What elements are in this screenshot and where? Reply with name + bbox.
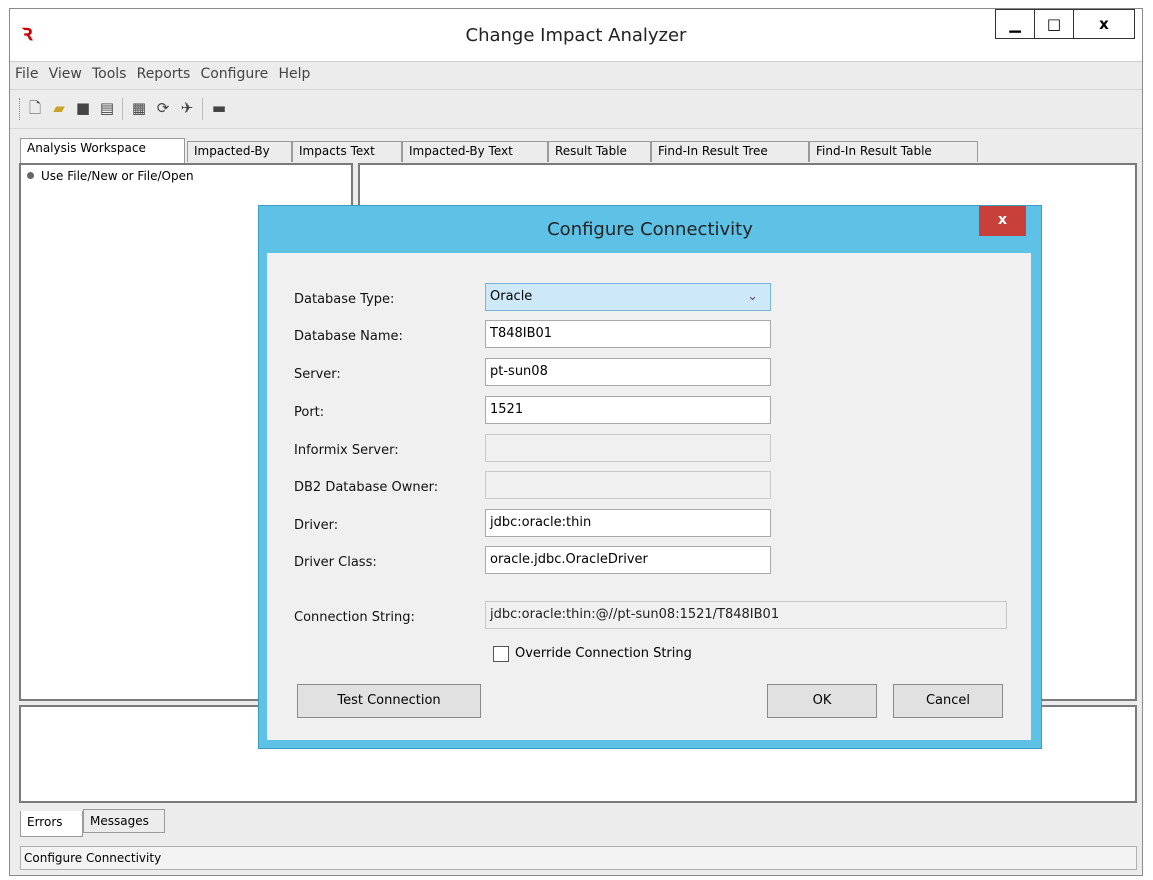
- db2-owner-field: [485, 471, 771, 499]
- connection-string-field: jdbc:oracle:thin:@//pt-sun08:1521/T848IB…: [485, 601, 1007, 629]
- tab-impacts-text[interactable]: Impacts Text: [292, 141, 402, 162]
- driver-class-field[interactable]: oracle.jdbc.OracleDriver: [485, 546, 771, 574]
- menu-help[interactable]: Help: [275, 62, 313, 82]
- bullet-icon: [27, 172, 34, 179]
- maximize-icon[interactable]: □: [1034, 9, 1074, 39]
- menu-configure[interactable]: Configure: [197, 62, 271, 82]
- driver-field[interactable]: jdbc:oracle:thin: [485, 509, 771, 537]
- informix-server-field: [485, 434, 771, 462]
- dialog-body: Database Type: Oracle ⌄ Database Name: T…: [267, 253, 1031, 740]
- toolbar: 🗋 ▰ ■ ▤ ▦ ⟳ ✈ ▬: [10, 89, 1142, 129]
- connection-string-label: Connection String:: [294, 610, 415, 625]
- tree-item-label: Use File/New or File/Open: [41, 169, 194, 183]
- driver-class-label: Driver Class:: [294, 555, 377, 570]
- save-icon[interactable]: ■: [74, 99, 92, 117]
- satellite-icon[interactable]: ✈: [178, 99, 196, 117]
- tab-analysis-workspace[interactable]: Analysis Workspace: [20, 138, 185, 163]
- toolbar-grip[interactable]: [19, 98, 22, 120]
- database-name-label: Database Name:: [294, 329, 403, 344]
- refresh-icon[interactable]: ⟳: [154, 99, 172, 117]
- menu-view[interactable]: View: [46, 62, 85, 82]
- server-label: Server:: [294, 367, 341, 382]
- tab-result-table[interactable]: Result Table: [548, 141, 651, 162]
- minimize-icon[interactable]: ▁: [995, 9, 1035, 39]
- title-bar: ꝛ Change Impact Analyzer ▁ □ x: [10, 9, 1142, 62]
- database-type-label: Database Type:: [294, 292, 395, 307]
- menu-file[interactable]: File: [12, 62, 41, 82]
- driver-label: Driver:: [294, 518, 339, 533]
- menu-reports[interactable]: Reports: [134, 62, 194, 82]
- tab-impacted-by[interactable]: Impacted-By: [187, 141, 292, 162]
- open-icon[interactable]: ▰: [50, 99, 68, 117]
- override-connection-label[interactable]: Override Connection String: [515, 646, 692, 661]
- cancel-button[interactable]: Cancel: [893, 684, 1003, 718]
- new-icon[interactable]: 🗋: [26, 99, 44, 117]
- override-connection-checkbox[interactable]: [493, 646, 509, 662]
- tab-errors[interactable]: Errors: [20, 811, 83, 837]
- informix-server-label: Informix Server:: [294, 443, 399, 458]
- tab-messages[interactable]: Messages: [83, 809, 165, 833]
- ok-button[interactable]: OK: [767, 684, 877, 718]
- test-connection-button[interactable]: Test Connection: [297, 684, 481, 718]
- menu-tools[interactable]: Tools: [89, 62, 130, 82]
- window-title: Change Impact Analyzer: [465, 25, 687, 46]
- chevron-down-icon: ⌄: [747, 289, 758, 304]
- database-name-field[interactable]: T848IB01: [485, 320, 771, 348]
- dialog-title: Configure Connectivity: [547, 219, 753, 240]
- toolbar-separator: [202, 98, 203, 120]
- tab-find-in-result-table[interactable]: Find-In Result Table: [809, 141, 978, 162]
- save-all-icon[interactable]: ▤: [98, 99, 116, 117]
- server-field[interactable]: pt-sun08: [485, 358, 771, 386]
- database-type-select[interactable]: Oracle ⌄: [485, 283, 771, 311]
- configure-connectivity-dialog: Configure Connectivity x Database Type: …: [258, 205, 1042, 749]
- tab-find-in-result-tree[interactable]: Find-In Result Tree: [651, 141, 809, 162]
- report-icon[interactable]: ▬: [210, 99, 228, 117]
- tab-impacted-by-text[interactable]: Impacted-By Text: [402, 141, 548, 162]
- port-label: Port:: [294, 405, 325, 420]
- db2-owner-label: DB2 Database Owner:: [294, 480, 439, 495]
- status-bar: Configure Connectivity: [20, 846, 1137, 870]
- menu-bar: File View Tools Reports Configure Help: [10, 62, 1142, 86]
- tree-item[interactable]: Use File/New or File/Open: [27, 169, 194, 183]
- close-icon[interactable]: x: [979, 206, 1026, 236]
- port-field[interactable]: 1521: [485, 396, 771, 424]
- toolbar-separator: [122, 98, 123, 120]
- database-type-value: Oracle: [490, 289, 533, 304]
- close-icon[interactable]: x: [1073, 9, 1135, 39]
- grid-icon[interactable]: ▦: [130, 99, 148, 117]
